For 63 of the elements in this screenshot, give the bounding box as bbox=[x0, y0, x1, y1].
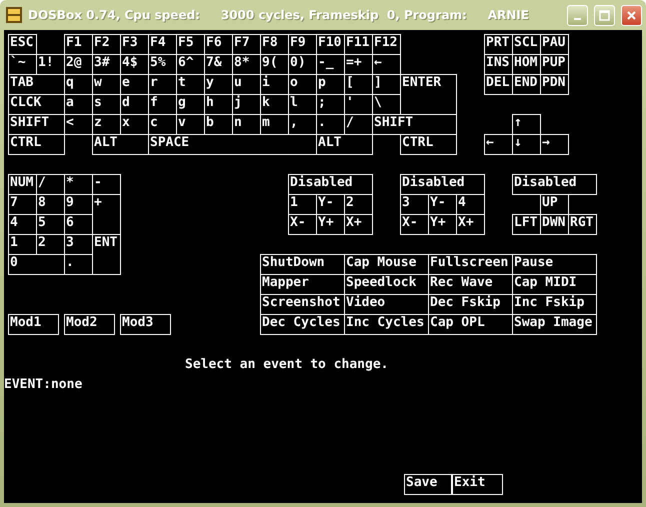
minimize-button[interactable] bbox=[567, 4, 588, 26]
joystick-button[interactable]: X+ bbox=[344, 214, 373, 235]
keyboard-key[interactable]: PAU bbox=[540, 34, 569, 55]
window-title: DOSBox 0.74, Cpu speed: 3000 cycles, Frameskip 0, Program: ARNIE bbox=[28, 8, 530, 22]
event-button[interactable]: Cap OPL bbox=[428, 314, 513, 335]
keyboard-key[interactable]: END bbox=[512, 74, 541, 95]
event-label: EVENT:none bbox=[4, 376, 82, 392]
event-button[interactable]: Pause bbox=[512, 254, 597, 275]
keyboard-key[interactable]: PDN bbox=[540, 74, 569, 95]
joystick-mode-button[interactable]: Disabled bbox=[288, 174, 373, 195]
event-button[interactable]: Inc Cycles bbox=[344, 314, 429, 335]
joystick-button[interactable]: 4 bbox=[456, 194, 485, 215]
keyboard-key[interactable]: CTRL bbox=[400, 134, 457, 155]
joystick-button[interactable]: UP bbox=[540, 194, 569, 215]
keyboard-key[interactable]: ALT bbox=[92, 134, 149, 155]
arrow-key[interactable]: ↑ bbox=[512, 114, 541, 135]
keyboard-key[interactable]: ENTER bbox=[400, 74, 457, 115]
event-button[interactable]: ShutDown bbox=[260, 254, 345, 275]
keyboard-key[interactable]: F1 bbox=[64, 34, 93, 55]
joystick-button[interactable]: DWN bbox=[540, 214, 569, 235]
numpad-key[interactable]: + bbox=[92, 194, 121, 235]
keyboard-key[interactable]: SHIFT bbox=[372, 114, 457, 135]
close-icon bbox=[626, 10, 637, 20]
numpad-key[interactable]: ENT bbox=[92, 234, 121, 275]
keyboard-key[interactable]: PRT bbox=[484, 34, 513, 55]
joystick-button[interactable]: 2 bbox=[344, 194, 373, 215]
joystick-button[interactable]: RGT bbox=[568, 214, 597, 235]
numpad-key[interactable]: 0 bbox=[8, 254, 65, 275]
app-icon bbox=[6, 7, 22, 23]
joystick-button[interactable]: Y+ bbox=[316, 214, 345, 235]
mod-button[interactable]: Mod2 bbox=[64, 314, 115, 335]
close-button[interactable] bbox=[621, 4, 642, 26]
maximize-icon bbox=[599, 10, 610, 20]
keyboard-key[interactable]: ALT bbox=[316, 134, 373, 155]
event-button[interactable]: Inc Fskip bbox=[512, 294, 597, 315]
mod-button[interactable]: Mod1 bbox=[8, 314, 59, 335]
joystick-button[interactable]: LFT bbox=[512, 214, 541, 235]
joystick-button[interactable]: Y+ bbox=[428, 214, 457, 235]
arrow-key[interactable]: → bbox=[540, 134, 569, 155]
event-button[interactable]: Swap Image bbox=[512, 314, 597, 335]
keyboard-key[interactable]: DEL bbox=[484, 74, 513, 95]
keyboard-key[interactable]: ESC bbox=[8, 34, 37, 55]
event-button[interactable]: Cap MIDI bbox=[512, 274, 597, 295]
mod-button[interactable]: Mod3 bbox=[120, 314, 171, 335]
maximize-button[interactable] bbox=[594, 4, 615, 26]
joystick-button[interactable]: X- bbox=[288, 214, 317, 235]
keyboard-key[interactable]: SPACE bbox=[148, 134, 317, 155]
keyboard-key[interactable]: ← bbox=[372, 54, 401, 75]
arrow-key[interactable]: ← bbox=[484, 134, 513, 155]
exit-button[interactable]: Exit bbox=[452, 474, 503, 495]
save-button[interactable]: Save bbox=[404, 474, 452, 495]
joystick-button[interactable]: X+ bbox=[456, 214, 485, 235]
keyboard-key[interactable]: F12 bbox=[372, 34, 401, 55]
keyboard-key[interactable]: PUP bbox=[540, 54, 569, 75]
joystick-mode-button[interactable]: Disabled bbox=[400, 174, 485, 195]
joystick-mode-button[interactable]: Disabled bbox=[512, 174, 597, 195]
numpad-key[interactable]: - bbox=[92, 174, 121, 195]
event-button[interactable]: Dec Cycles bbox=[260, 314, 345, 335]
numpad-key[interactable]: NUM bbox=[8, 174, 37, 195]
minimize-icon bbox=[574, 18, 581, 20]
joystick-button[interactable]: X- bbox=[400, 214, 429, 235]
keyboard-key[interactable]: CTRL bbox=[8, 134, 65, 155]
status-message: Select an event to change. bbox=[185, 356, 388, 372]
